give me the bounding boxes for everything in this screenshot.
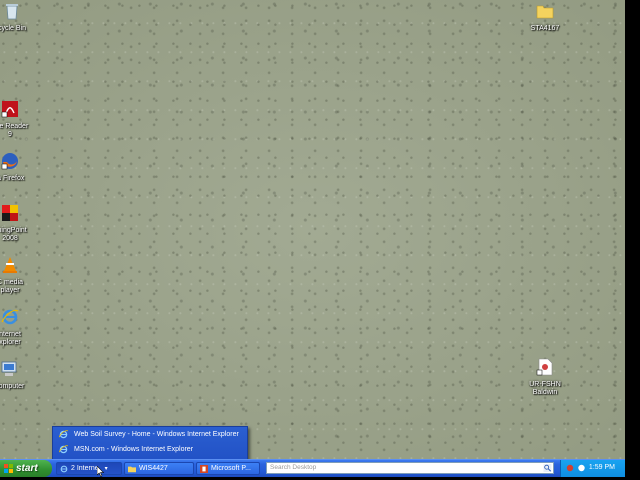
taskbar-button-powerpoint[interactable]: Microsoft P... [196,462,260,475]
desktop-icon-sta4167[interactable]: STA4167 [515,2,575,33]
search-placeholder: Search Desktop [270,464,317,471]
desktop-icon-label: obe Reader 9 [0,123,29,138]
desktop-icon-urfshn-baldwin[interactable]: UR-FSHN Baldwin [515,358,575,397]
popup-item-msn[interactable]: MSN.com - Windows Internet Explorer [53,442,247,457]
taskbar-button-internet-explorer-group[interactable]: 2 Interne ▾ [56,462,122,475]
network-icon[interactable] [566,464,574,472]
desktop-icon-label: UR-FSHN Baldwin [529,381,561,396]
firefox-icon [1,153,18,170]
desktop-icon-adobe-reader[interactable]: obe Reader 9 [0,100,40,139]
internet-explorer-icon [1,309,19,325]
farmingpoint-icon [2,205,18,221]
popup-item-label: MSN.com - Windows Internet Explorer [74,446,194,453]
powerpoint-icon [200,464,208,473]
desktop-icon-farmingpoint[interactable]: rmingPoint 2008 [0,204,40,243]
search-input[interactable]: Search Desktop [266,462,554,474]
start-button[interactable]: start [0,460,52,477]
internet-explorer-icon [60,465,68,472]
desktop-icon-recycle-bin[interactable]: cycle Bin [0,2,42,33]
document-icon [536,358,553,376]
taskbar-button-label: WIS4427 [139,465,168,472]
desktop-icon-label: C media player [0,279,24,294]
my-computer-icon [1,361,17,376]
desktop-icon-label: rmingPoint 2008 [0,227,27,242]
popup-item-label: Web Soil Survey - Home - Windows Interne… [74,431,239,438]
desktop-icon-label: nternet xplorer [0,331,21,346]
mouse-cursor-icon [97,466,105,477]
desktop-icon-vlc[interactable]: C media player [0,256,40,295]
folder-icon [536,5,554,19]
chevron-down-icon: ▾ [104,466,108,472]
desktop-icon-label: la Firefox [0,175,25,182]
folder-icon [128,466,136,472]
system-tray: 1:59 PM [560,460,625,477]
taskbar-button-label: Microsoft P... [211,465,251,472]
start-label: start [16,463,38,474]
windows-flag-icon [4,464,13,473]
desktop-icon-computer[interactable]: Computer [0,360,39,391]
popup-item-web-soil-survey[interactable]: Web Soil Survey - Home - Windows Interne… [53,427,247,442]
taskbar-button-wis4427[interactable]: WIS4427 [124,462,194,475]
internet-explorer-icon [59,445,68,454]
adobe-reader-icon [1,101,18,118]
desktop-icon-label: Computer [0,383,25,390]
taskbar: start 2 Interne ▾ WIS4427 Microsoft P...… [0,459,625,477]
clock[interactable]: 1:59 PM [589,464,615,471]
recycle-bin-icon [6,4,18,20]
taskbar-button-label: 2 Interne [71,465,99,472]
search-icon[interactable] [543,464,552,472]
desktop-icon-label: STA4167 [530,25,560,32]
vlc-icon [3,257,17,273]
taskbar-group-popup: Web Soil Survey - Home - Windows Interne… [52,426,248,460]
internet-explorer-icon [59,430,68,439]
desktop-icon-label: cycle Bin [0,25,26,32]
desktop-icon-internet-explorer[interactable]: nternet xplorer [0,308,40,347]
desktop[interactable]: cycle Bin obe Reader 9 la Firefox rmingP… [0,0,625,459]
desktop-icon-firefox[interactable]: la Firefox [0,152,40,183]
messenger-icon[interactable] [577,464,586,472]
